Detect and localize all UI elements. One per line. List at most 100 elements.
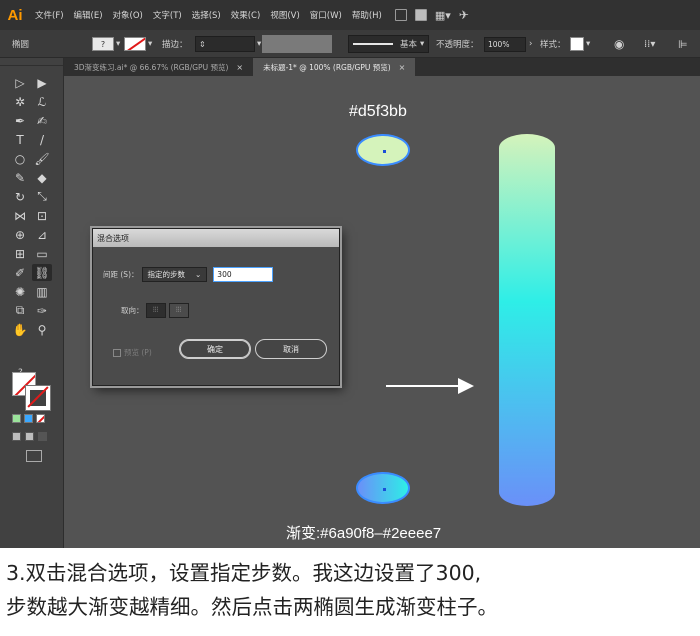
gradient-button[interactable] — [24, 414, 33, 423]
ok-button[interactable]: 确定 — [179, 339, 251, 359]
gradient-tool-icon[interactable]: ▭ — [32, 245, 52, 262]
style-label: 样式： — [540, 40, 566, 50]
stroke-weight-input[interactable]: ⇕ — [195, 36, 255, 52]
preview-row[interactable]: 预览 (P) — [113, 347, 152, 358]
draw-behind-icon[interactable] — [25, 432, 34, 441]
close-icon[interactable]: × — [236, 63, 243, 72]
shaper-tool-icon[interactable]: ✎ — [10, 169, 30, 186]
scale-tool-icon[interactable]: ⤡ — [32, 188, 52, 205]
menu-select[interactable]: 选择(S) — [187, 9, 226, 21]
center-point — [383, 488, 386, 491]
arrange-documents-icon[interactable]: ▦▾ — [435, 9, 451, 22]
stroke-weight-field[interactable]: ⇕ ▾ — [195, 30, 261, 58]
tab-label: 3D渐变练习.ai* @ 66.67% (RGB/GPU 预览) — [74, 62, 229, 72]
column-graph-tool-icon[interactable]: ▥ — [32, 283, 52, 300]
stroke-none-icon[interactable] — [124, 37, 146, 51]
menu-object[interactable]: 对象(O) — [108, 9, 148, 21]
stock-icon[interactable] — [414, 9, 427, 21]
caption-line-2: 步数越大渐变越精细。然后点击两椭圆生成渐变柱子。 — [6, 595, 498, 619]
tab-document-1[interactable]: 3D渐变练习.ai* @ 66.67% (RGB/GPU 预览) × — [64, 58, 253, 76]
menu-type[interactable]: 文字(T) — [148, 9, 187, 21]
slice-tool-icon[interactable]: ✑ — [32, 302, 52, 319]
opacity-field[interactable]: 100% › — [484, 30, 532, 58]
preview-checkbox[interactable] — [113, 348, 121, 357]
eyedropper-tool-icon[interactable]: ✐ — [10, 264, 30, 281]
steps-input[interactable]: 300 — [213, 267, 274, 282]
screen-mode-icon[interactable] — [26, 450, 42, 462]
fill-control[interactable]: ? ▾ — [92, 30, 120, 58]
menu-window[interactable]: 窗口(W) — [305, 9, 347, 21]
fill-stroke-swatches[interactable]: ? — [8, 368, 56, 416]
dialog-title[interactable]: 混合选项 — [93, 229, 339, 247]
mesh-tool-icon[interactable]: ⊞ — [10, 245, 30, 262]
free-transform-tool-icon[interactable]: ⊡ — [32, 207, 52, 224]
curvature-tool-icon[interactable]: ✍ — [32, 112, 52, 129]
type-tool-icon[interactable]: T — [10, 131, 30, 148]
eraser-tool-icon[interactable]: ◆ — [32, 169, 52, 186]
paintbrush-tool-icon[interactable]: 🖌 — [32, 150, 52, 167]
brush-definition[interactable]: 基本 ▾ — [348, 30, 430, 58]
bottom-ellipse[interactable] — [356, 472, 410, 504]
menu-edit[interactable]: 编辑(E) — [69, 9, 108, 21]
menu-file[interactable]: 文件(F) — [30, 9, 69, 21]
width-tool-icon[interactable]: ⋈ — [10, 207, 30, 224]
menu-help[interactable]: 帮助(H) — [347, 9, 387, 21]
artboard-tool-icon[interactable]: ⧉ — [10, 302, 30, 319]
width-profile-field[interactable] — [262, 35, 332, 53]
shape-builder-tool-icon[interactable]: ⊕ — [10, 226, 30, 243]
close-icon[interactable]: × — [399, 63, 406, 72]
variable-width-profile[interactable] — [262, 30, 332, 58]
color-button[interactable] — [12, 414, 21, 423]
draw-normal-icon[interactable] — [12, 432, 21, 441]
direct-selection-tool-icon[interactable]: ▶ — [32, 74, 52, 91]
recolor-icon[interactable]: ◉ — [614, 30, 624, 58]
tab-label: 未标题-1* @ 100% (RGB/GPU 预览) — [263, 62, 391, 72]
arrow-right-icon — [386, 378, 476, 394]
align-left-icon[interactable]: ⊫ — [678, 30, 688, 58]
top-ellipse[interactable] — [356, 134, 410, 166]
style-control[interactable]: ▾ — [570, 30, 590, 58]
bridge-icon[interactable] — [394, 9, 407, 21]
stroke-preview — [353, 43, 393, 45]
menu-list: 文件(F) 编辑(E) 对象(O) 文字(T) 选择(S) 效果(C) 视图(V… — [30, 9, 387, 21]
stroke-profile-select[interactable]: 基本 ▾ — [348, 35, 430, 53]
menu-view[interactable]: 视图(V) — [265, 9, 304, 21]
none-button[interactable] — [36, 414, 45, 423]
gpu-performance-icon[interactable]: ✈ — [459, 8, 469, 22]
spacing-label: 间距 (S)： — [103, 270, 139, 279]
align-to-page-icon[interactable]: ⫶⫶⫶ — [145, 303, 166, 318]
draw-inside-icon[interactable] — [38, 432, 47, 441]
hand-tool-icon[interactable]: ✋ — [10, 321, 30, 338]
stroke-swatch[interactable] — [26, 386, 50, 410]
magic-wand-tool-icon[interactable]: ✲ — [10, 93, 30, 110]
tools-panel-grip[interactable] — [0, 58, 63, 66]
tools-panel: ▷ ▶ ✲ ℒ ✒ ✍ T / ○ 🖌 ✎ ◆ ↻ ⤡ ⋈ ⊡ ⊕ ⊿ ⊞ ▭ … — [0, 58, 64, 548]
chevron-down-icon: ⌄ — [195, 270, 202, 279]
document-tabs: 3D渐变练习.ai* @ 66.67% (RGB/GPU 预览) × 未标题-1… — [64, 58, 700, 76]
stroke-color-control[interactable]: ▾ — [124, 30, 152, 58]
preview-label: 预览 (P) — [124, 348, 152, 357]
fill-swatch-icon[interactable]: ? — [92, 37, 114, 51]
align-to-path-icon[interactable]: ⫶⫶⫶ — [168, 303, 189, 318]
spacing-select[interactable]: 指定的步数 ⌄ — [141, 267, 208, 282]
align-icon[interactable]: ⁞⁞▾ — [644, 30, 655, 58]
draw-mode-buttons — [12, 432, 47, 441]
illustrator-window: Ai 文件(F) 编辑(E) 对象(O) 文字(T) 选择(S) 效果(C) 视… — [0, 0, 700, 548]
opacity-input[interactable]: 100% — [484, 36, 526, 52]
gradient-cylinder[interactable] — [499, 134, 555, 506]
cancel-button[interactable]: 取消 — [255, 339, 327, 359]
tab-document-2[interactable]: 未标题-1* @ 100% (RGB/GPU 预览) × — [253, 58, 416, 76]
perspective-grid-tool-icon[interactable]: ⊿ — [32, 226, 52, 243]
symbol-sprayer-tool-icon[interactable]: ✺ — [10, 283, 30, 300]
lasso-tool-icon[interactable]: ℒ — [32, 93, 52, 110]
style-swatch[interactable] — [570, 37, 584, 51]
line-tool-icon[interactable]: / — [32, 131, 52, 148]
pen-tool-icon[interactable]: ✒ — [10, 112, 30, 129]
rotate-tool-icon[interactable]: ↻ — [10, 188, 30, 205]
blend-tool-icon[interactable]: ⛓ — [32, 264, 52, 281]
selection-tool-icon[interactable]: ▷ — [10, 74, 30, 91]
menu-effect[interactable]: 效果(C) — [226, 9, 266, 21]
tool-grid: ▷ ▶ ✲ ℒ ✒ ✍ T / ○ 🖌 ✎ ◆ ↻ ⤡ ⋈ ⊡ ⊕ ⊿ ⊞ ▭ … — [0, 66, 63, 338]
ellipse-tool-icon[interactable]: ○ — [10, 150, 30, 167]
zoom-tool-icon[interactable]: ⚲ — [32, 321, 52, 338]
